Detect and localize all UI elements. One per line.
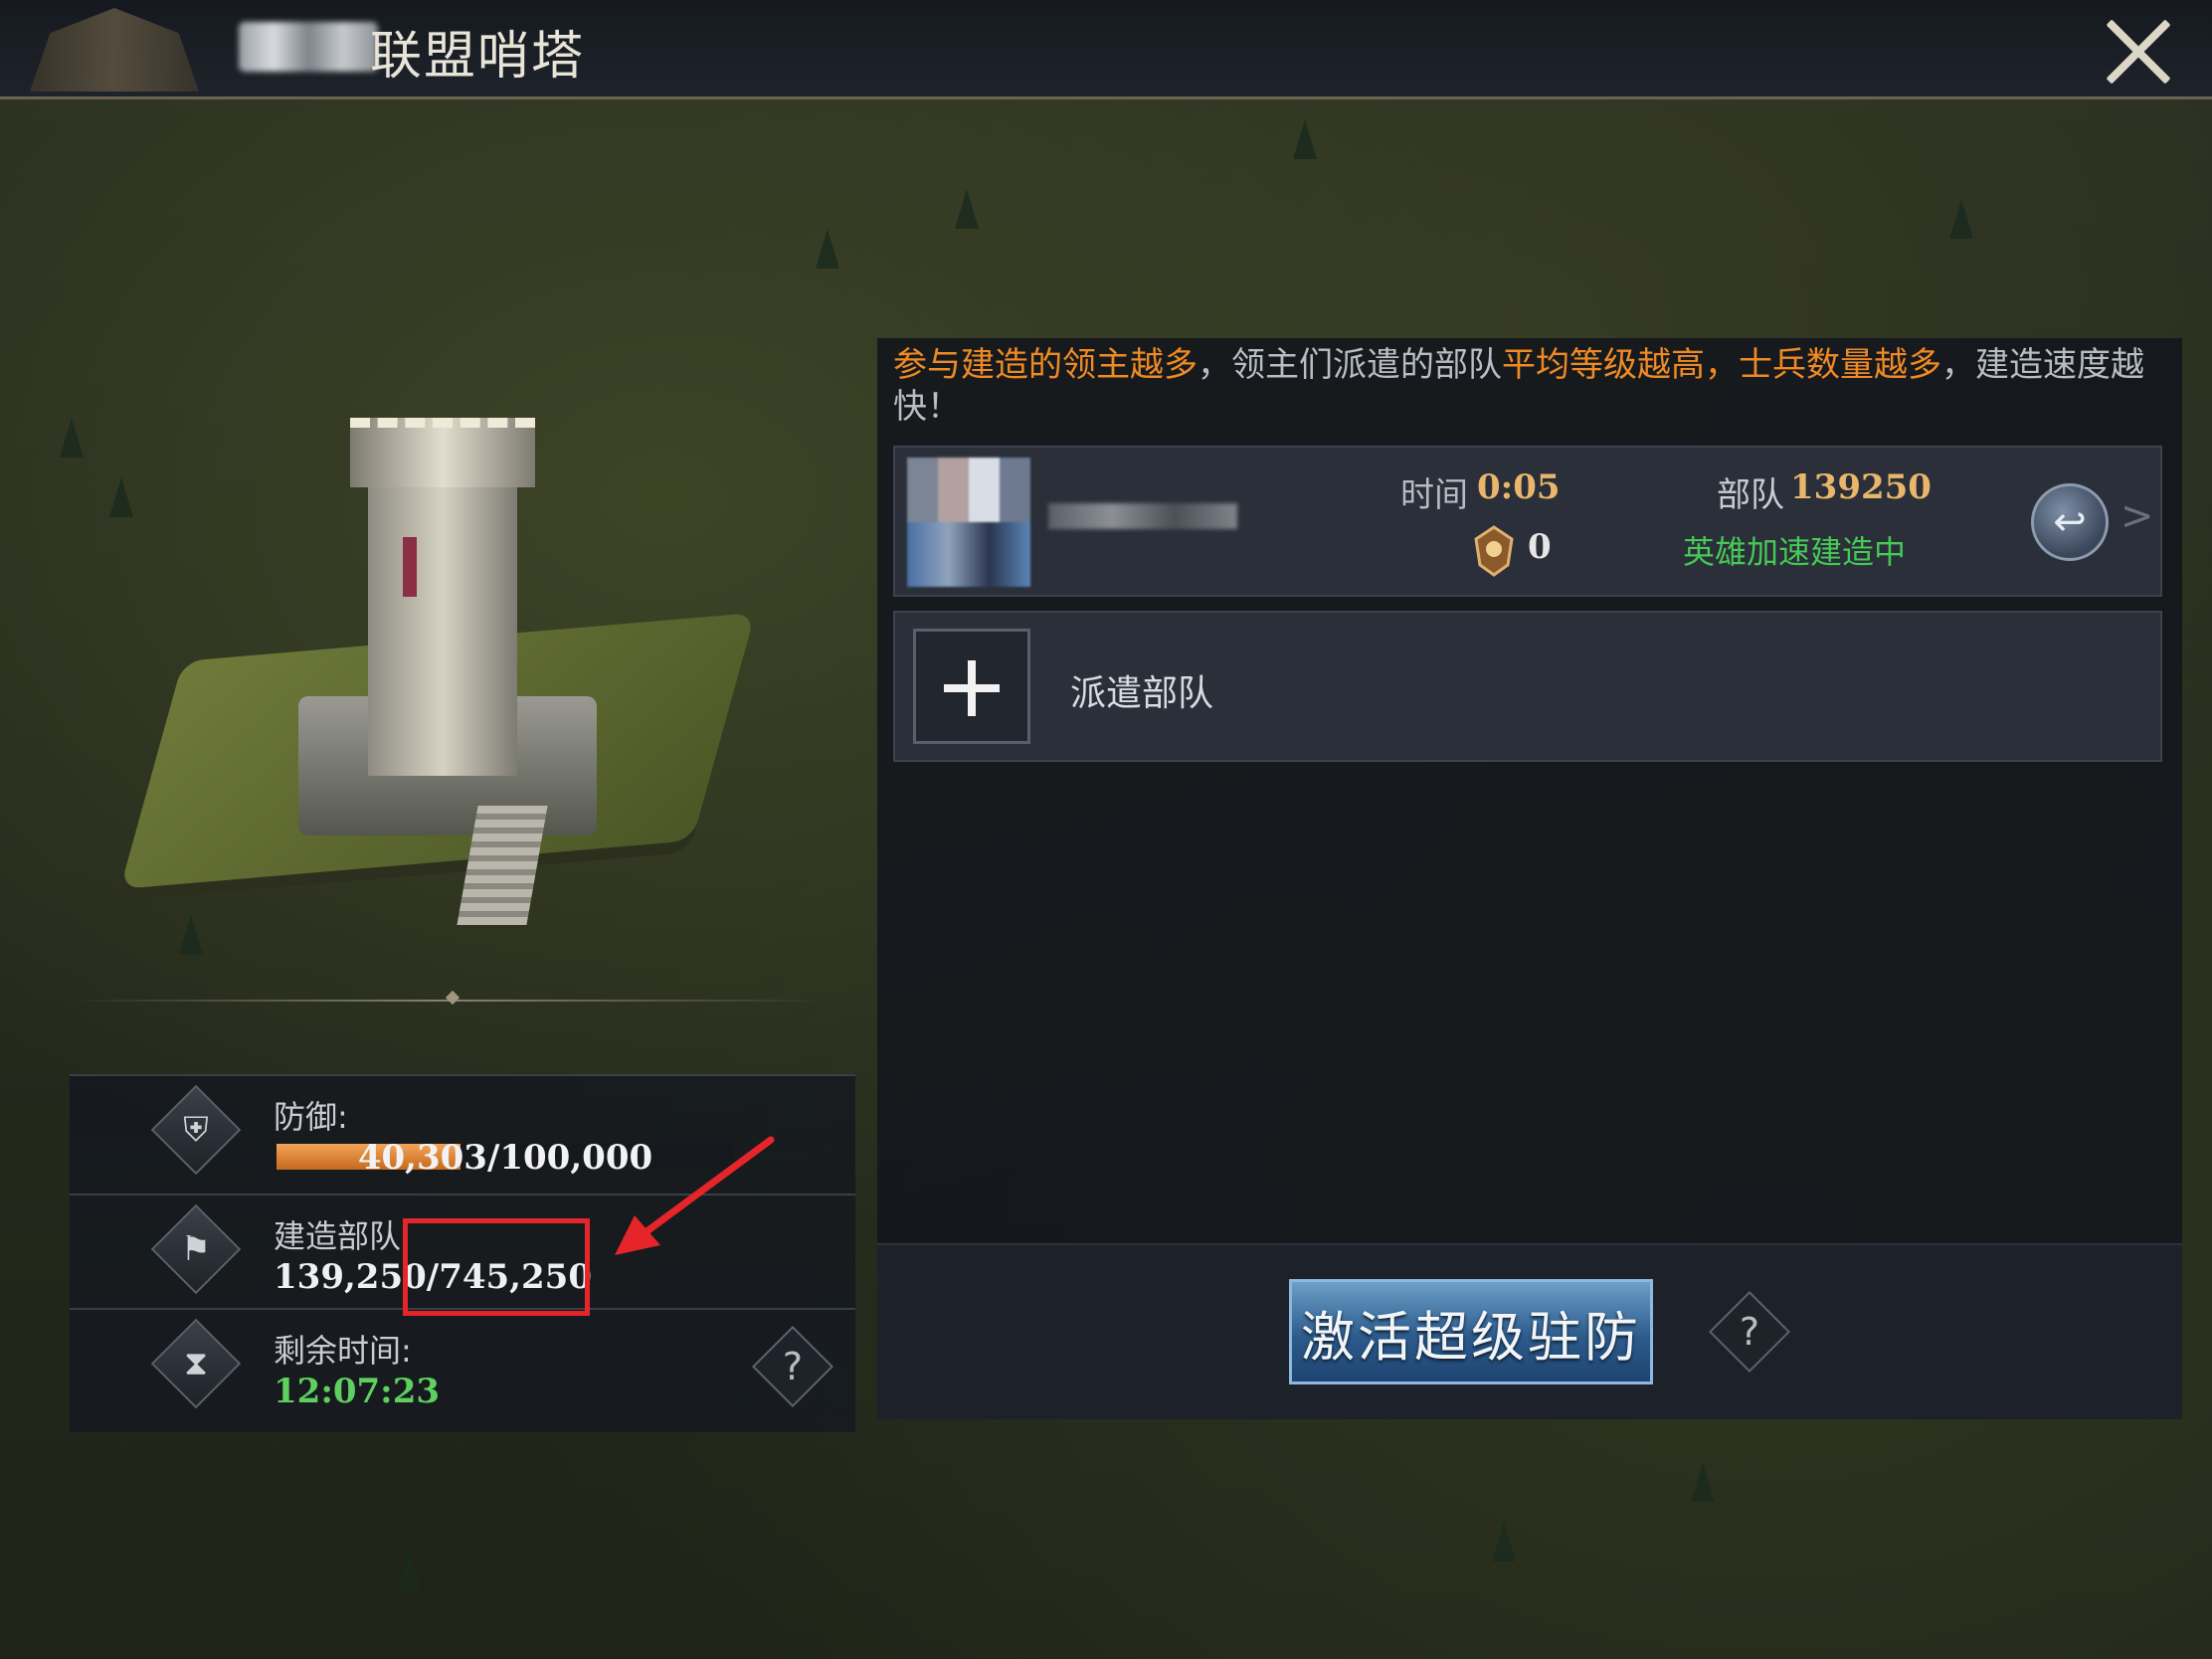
recall-arrow-icon: ↩ <box>2053 499 2087 545</box>
alliance-emblem-icon <box>30 8 199 92</box>
tower-battlements <box>350 418 535 487</box>
annotation-arrow-icon <box>615 1136 775 1255</box>
panel-footer: 激活超级驻防 ? <box>877 1243 2182 1419</box>
tower-body <box>368 448 517 776</box>
tree-decoration <box>955 189 979 229</box>
plus-icon <box>913 629 1030 744</box>
recall-button[interactable]: ↩ <box>2031 483 2109 561</box>
tree-decoration <box>60 418 84 458</box>
entry-troop-label: 部队 <box>1717 475 1784 515</box>
entry-troop-value: 139250 <box>1790 467 1932 507</box>
blurred-avatar <box>907 458 1030 587</box>
close-icon[interactable] <box>2101 14 2176 90</box>
entry-time-value: 0:05 <box>1477 467 1561 507</box>
entry-time-label: 时间 <box>1400 475 1468 515</box>
page-title: 联盟哨塔 <box>370 27 586 87</box>
notice-highlight: 平均等级越高，士兵数量越多 <box>1502 345 1941 385</box>
chevron-right-icon[interactable]: > <box>2120 493 2154 539</box>
remaining-time-label: 剩余时间: <box>274 1332 412 1370</box>
hero-medal-value: 0 <box>1528 527 1552 567</box>
blurred-player-name <box>1048 503 1237 529</box>
activate-super-garrison-button[interactable]: 激活超级驻防 <box>1289 1279 1653 1384</box>
question-icon: ? <box>782 1345 804 1388</box>
header-bar: 联盟哨塔 <box>0 0 2212 99</box>
tree-decoration <box>816 229 839 269</box>
dispatch-troops-button[interactable]: 派遣部队 <box>893 611 2162 762</box>
stats-help-button[interactable]: ? <box>751 1325 834 1408</box>
tree-decoration <box>1492 1522 1516 1562</box>
flag-icon: ⚑ <box>150 1203 242 1295</box>
participant-entry[interactable]: 时间 0:05 0 部队 139250 英雄加速建造中 ↩ > <box>893 446 2162 597</box>
tree-decoration <box>1293 119 1317 159</box>
remaining-time-value: 12:07:23 <box>274 1372 441 1411</box>
garrison-help-button[interactable]: ? <box>1708 1290 1791 1374</box>
construction-panel: 参与建造的领主越多，领主们派遣的部队平均等级越高，士兵数量越多，建造速度越快！ … <box>877 338 2182 1419</box>
tree-decoration <box>109 477 133 517</box>
defense-label: 防御: <box>274 1098 348 1136</box>
blurred-alliance-tag <box>239 22 378 72</box>
stat-row-remaining-time: ⧗ 剩余时间: 12:07:23 ? <box>70 1308 855 1419</box>
hero-medal-icon <box>1474 525 1514 577</box>
annotation-highlight-box <box>403 1218 590 1316</box>
tower-banner <box>403 537 417 597</box>
hourglass-icon: ⧗ <box>150 1318 242 1409</box>
construction-notice: 参与建造的领主越多，领主们派遣的部队平均等级越高，士兵数量越多，建造速度越快！ <box>893 344 2166 428</box>
notice-highlight: 参与建造的领主越多 <box>893 345 1198 385</box>
watchtower-illustration <box>119 378 756 935</box>
notice-text: ，领主们派遣的部队 <box>1198 345 1502 385</box>
tree-decoration <box>1691 1462 1715 1502</box>
activate-button-label: 激活超级驻防 <box>1301 1305 1641 1369</box>
tree-decoration <box>1949 199 1973 239</box>
question-icon: ? <box>1739 1310 1760 1354</box>
shield-icon: ⛨ <box>150 1084 242 1176</box>
dispatch-troops-label: 派遣部队 <box>1070 673 1214 714</box>
tree-decoration <box>398 1552 422 1591</box>
hero-status-text: 英雄加速建造中 <box>1683 533 1907 571</box>
build-troops-label: 建造部队 <box>274 1217 402 1255</box>
